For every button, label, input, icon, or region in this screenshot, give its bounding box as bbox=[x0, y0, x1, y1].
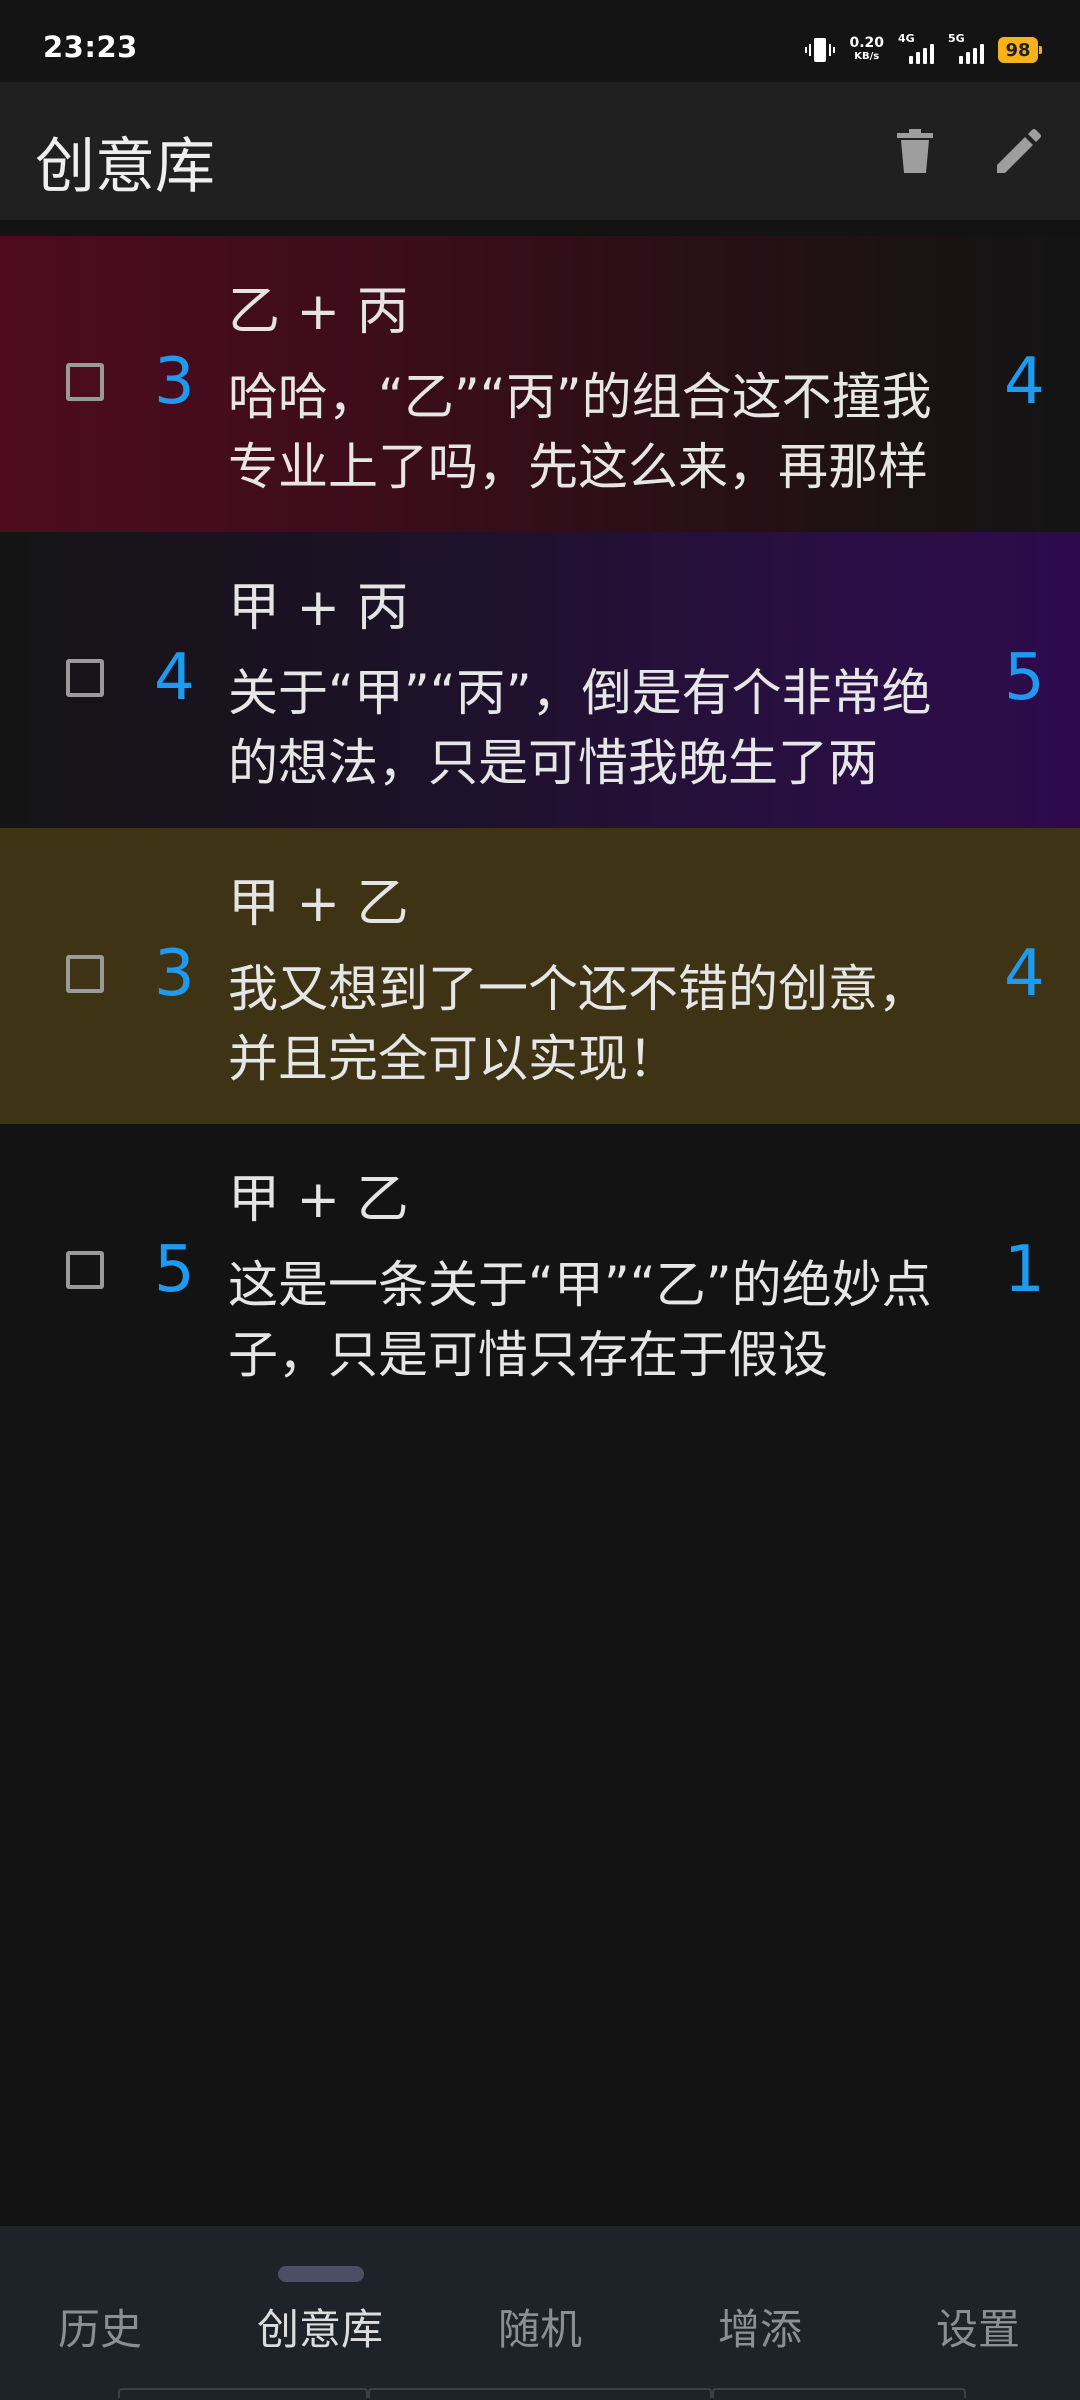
gesture-bar-segment bbox=[712, 2388, 966, 2398]
active-tab-indicator bbox=[278, 2266, 364, 2282]
left-score: 3 bbox=[154, 345, 195, 419]
app-bar: 创意库 bbox=[0, 82, 1080, 220]
item-checkbox[interactable] bbox=[66, 659, 104, 697]
status-bar: 23:23 0.20 KB/s 4G 5G 98 bbox=[0, 0, 1080, 82]
right-score: 1 bbox=[1004, 1233, 1045, 1307]
item-description: 哈哈，“乙”“丙”的组合这不撞我专业上了吗，先这么来，再那样搞… bbox=[228, 368, 932, 496]
idea-list: 3 乙 + 丙 哈哈，“乙”“丙”的组合这不撞我专业上了吗，先这么来，再那样搞…… bbox=[0, 236, 1080, 1420]
signal-4g-label: 4G bbox=[898, 32, 915, 45]
item-description: 这是一条关于“甲”“乙”的绝妙点子，只是可惜只存在于假设 bbox=[228, 1256, 932, 1384]
list-item[interactable]: 5 甲 + 乙 这是一条关于“甲”“乙”的绝妙点子，只是可惜只存在于假设 1 bbox=[0, 1124, 1080, 1420]
tab-history[interactable]: 历史 bbox=[20, 2296, 180, 2357]
item-title: 甲 + 乙 bbox=[228, 874, 409, 934]
item-checkbox[interactable] bbox=[66, 363, 104, 401]
battery-icon: 98 bbox=[998, 37, 1042, 63]
pencil-icon bbox=[997, 129, 1041, 173]
tab-settings[interactable]: 设置 bbox=[898, 2296, 1058, 2357]
left-score: 5 bbox=[154, 1233, 195, 1307]
page-title: 创意库 bbox=[35, 132, 215, 202]
item-description: 我又想到了一个还不错的创意，并且完全可以实现！ bbox=[228, 960, 928, 1088]
network-speed: 0.20 KB/s bbox=[849, 35, 884, 63]
item-title: 乙 + 丙 bbox=[228, 282, 409, 342]
status-time: 23:23 bbox=[43, 30, 138, 64]
tab-random[interactable]: 随机 bbox=[460, 2296, 620, 2357]
network-speed-unit: KB/s bbox=[854, 51, 880, 62]
tab-add[interactable]: 增添 bbox=[680, 2296, 840, 2357]
right-score: 4 bbox=[1004, 345, 1045, 419]
vibrate-icon bbox=[805, 38, 836, 62]
right-score: 5 bbox=[1004, 641, 1045, 715]
right-score: 4 bbox=[1004, 937, 1045, 1011]
signal-5g-icon: 5G bbox=[948, 32, 984, 64]
status-icons: 0.20 KB/s 4G 5G 98 bbox=[805, 32, 1042, 66]
delete-button[interactable] bbox=[887, 124, 943, 180]
item-checkbox[interactable] bbox=[66, 955, 104, 993]
trash-icon bbox=[897, 129, 933, 173]
list-item[interactable]: 3 甲 + 乙 我又想到了一个还不错的创意，并且完全可以实现！ 4 bbox=[0, 828, 1080, 1124]
left-score: 4 bbox=[154, 641, 195, 715]
edit-button[interactable] bbox=[990, 124, 1046, 180]
signal-5g-label: 5G bbox=[948, 32, 965, 45]
signal-4g-icon: 4G bbox=[898, 32, 934, 64]
item-title: 甲 + 丙 bbox=[228, 578, 409, 638]
tab-idea-library[interactable]: 创意库 bbox=[240, 2296, 400, 2357]
item-description: 关于“甲”“丙”，倒是有个非常绝的想法，只是可惜我晚生了两年，… bbox=[228, 664, 932, 792]
bottom-navigation: 历史 创意库 随机 增添 设置 bbox=[0, 2226, 1080, 2400]
gesture-bar-segment bbox=[368, 2388, 712, 2398]
list-item[interactable]: 3 乙 + 丙 哈哈，“乙”“丙”的组合这不撞我专业上了吗，先这么来，再那样搞…… bbox=[0, 236, 1080, 532]
network-speed-value: 0.20 bbox=[849, 35, 884, 51]
item-title: 甲 + 乙 bbox=[228, 1170, 409, 1230]
list-item[interactable]: 4 甲 + 丙 关于“甲”“丙”，倒是有个非常绝的想法，只是可惜我晚生了两年，…… bbox=[0, 532, 1080, 828]
item-checkbox[interactable] bbox=[66, 1251, 104, 1289]
battery-level: 98 bbox=[1005, 39, 1031, 61]
gesture-bar-segment bbox=[118, 2388, 368, 2398]
left-score: 3 bbox=[154, 937, 195, 1011]
